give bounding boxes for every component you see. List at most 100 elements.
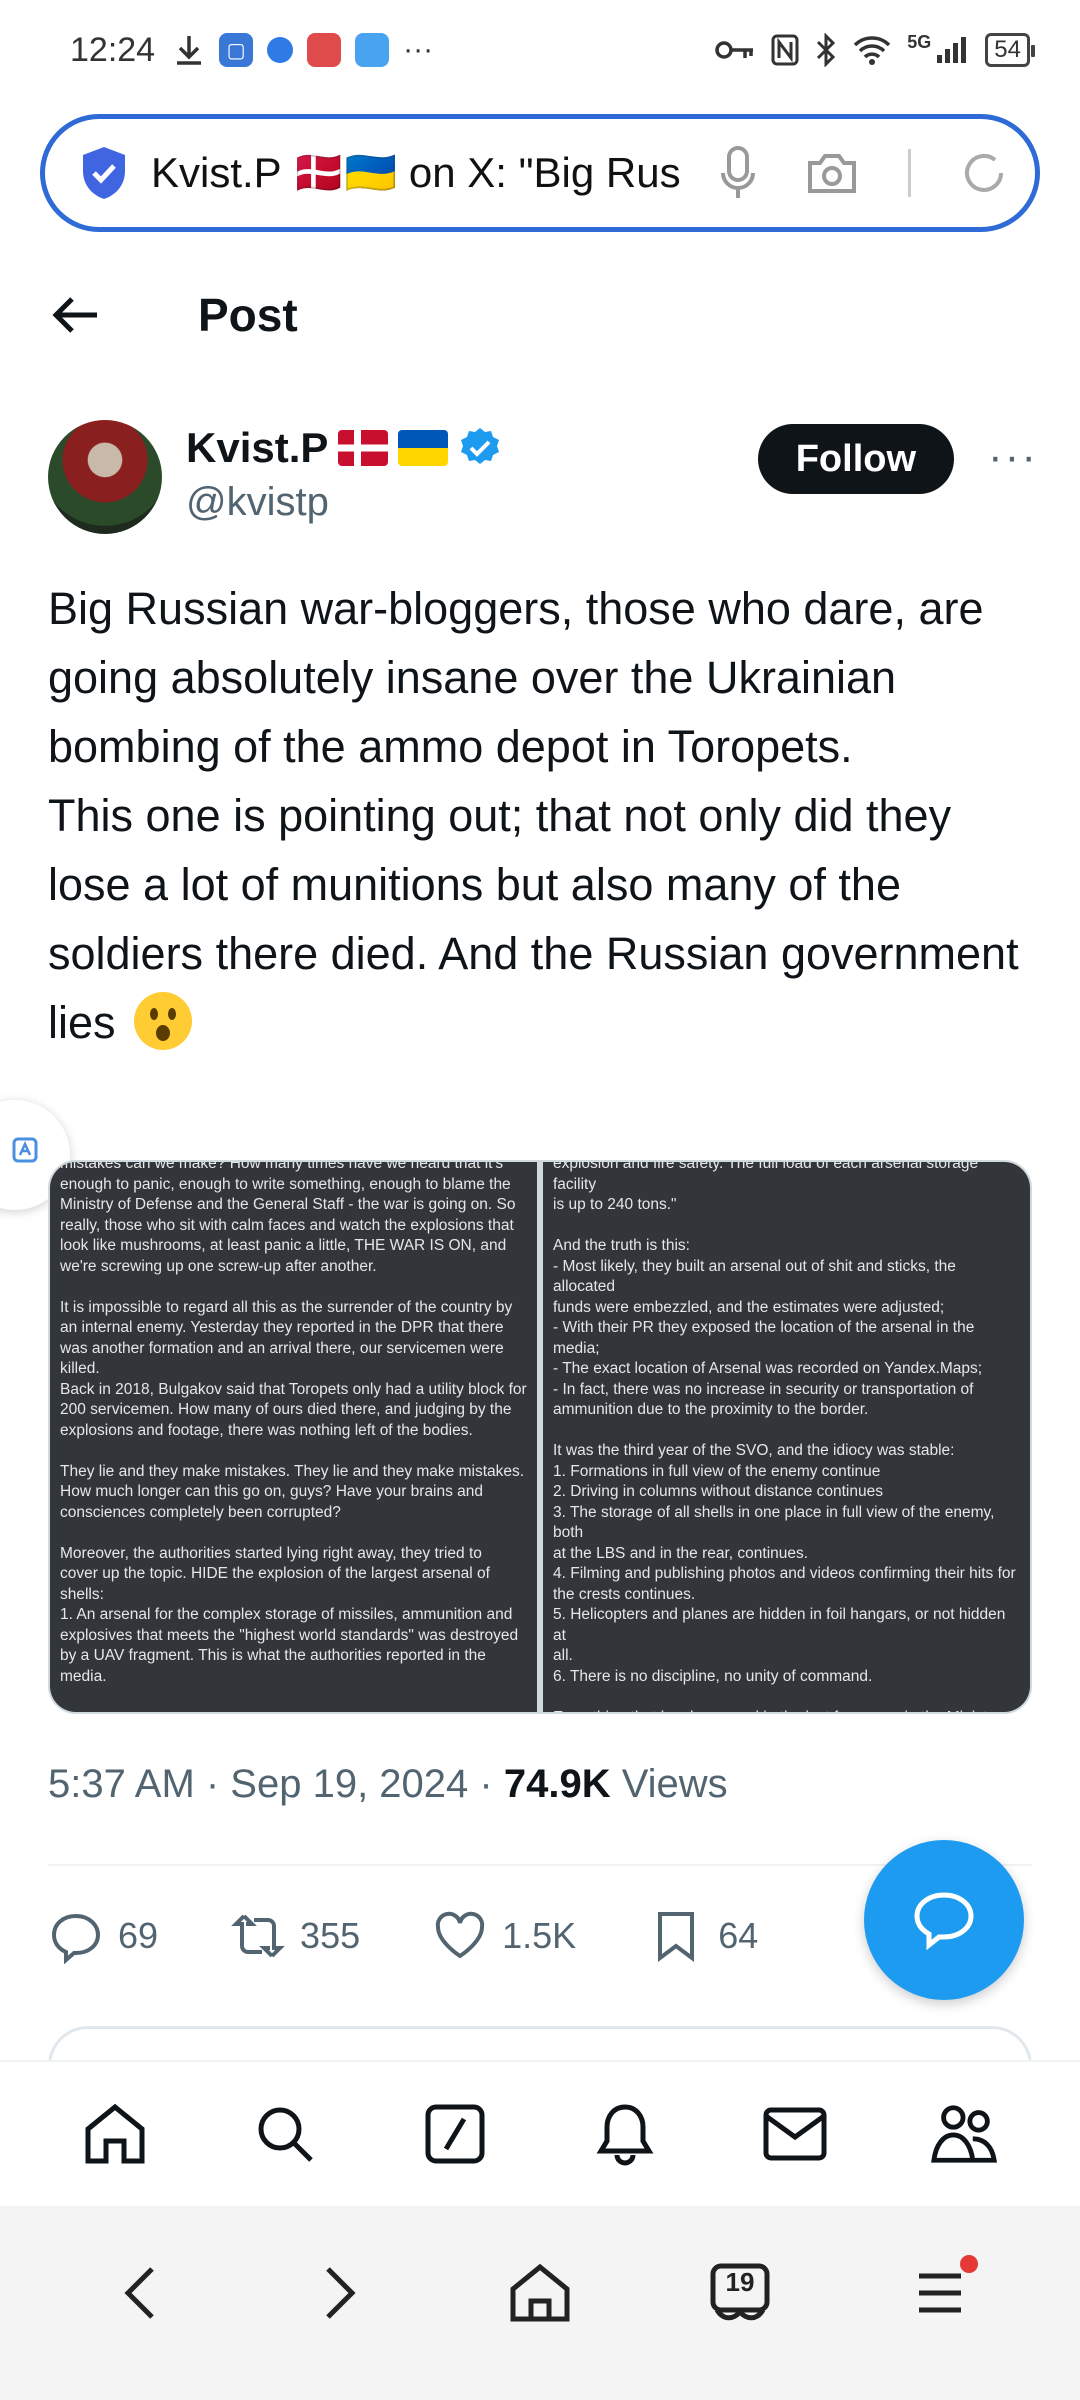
author-name[interactable]: Kvist.P: [186, 424, 328, 472]
chevron-left-icon: [124, 2267, 154, 2319]
bookmark-button[interactable]: 64: [648, 1908, 758, 1964]
address-bar-actions: [720, 145, 1007, 201]
page-title: Post: [198, 289, 298, 341]
reply-button[interactable]: 69: [48, 1908, 158, 1964]
views-count: 74.9K: [503, 1762, 611, 1806]
tweet-text: Big Russian war-bloggers, those who dare…: [48, 574, 1038, 1057]
reply-fab-button[interactable]: [864, 1840, 1024, 2000]
media-text-line: - In fact, there was no increase in secu…: [553, 1380, 974, 1398]
media-image-right[interactable]: explosion and fire safety. The full load…: [543, 1160, 1030, 1713]
more-notifications-icon: ···: [403, 33, 434, 66]
heart-icon: [435, 1911, 485, 1959]
media-text-line: Back in 2018, Bulgakov said that Toropet…: [60, 1380, 527, 1398]
battery-indicator: 54: [985, 33, 1035, 67]
chevron-right-icon: [326, 2267, 356, 2319]
app-notification-icon: ▢: [219, 33, 254, 67]
camera-icon[interactable]: [806, 151, 858, 195]
repost-icon: [231, 1914, 285, 1958]
media-text-line: [553, 1687, 1020, 1708]
media-text-line: 6. There is no discipline, no unity of c…: [553, 1667, 873, 1685]
media-text-line: How much longer can this go on, guys? Ha…: [60, 1483, 484, 1500]
search-icon: [258, 2107, 313, 2162]
media-text-line: consciences completely been corrupted?: [60, 1503, 341, 1521]
media-text-line: ammunition due to the proximity to the b…: [553, 1401, 869, 1418]
media-text-line: explosion and fire safety. The full load…: [553, 1160, 983, 1193]
media-text-line: by a UAV fragment. This is what the auth…: [60, 1647, 486, 1664]
media-text-line: really, those who sit with calm faces an…: [60, 1216, 514, 1234]
browser-tabs-button[interactable]: 19: [700, 2253, 780, 2333]
tweet-paragraph: Big Russian war-bloggers, those who dare…: [48, 583, 984, 772]
media-text-line: we're screwing up one screw-up after ano…: [60, 1257, 377, 1275]
compose-reply-icon: [914, 1892, 974, 1951]
repost-count: 355: [300, 1915, 361, 1956]
media-text-line: 4. Filming and publishing photos and vid…: [553, 1565, 1016, 1582]
key-icon: [715, 41, 754, 59]
notification-dot: [960, 2255, 978, 2273]
media-text-line: 2. Driving in columns without distance c…: [553, 1483, 883, 1500]
media-text-line: 3. The storage of all shells in one plac…: [553, 1503, 999, 1542]
media-text-line: [60, 1277, 527, 1298]
browser-back-button[interactable]: [100, 2253, 180, 2333]
home-icon: [85, 2103, 145, 2164]
author-handle[interactable]: @kvistp: [186, 480, 502, 525]
back-button[interactable]: [48, 288, 102, 342]
media-text-line: all.: [553, 1647, 573, 1664]
media-text-line: They lie and they make mistakes. They li…: [60, 1462, 525, 1480]
media-text-line: cover up the topic. HIDE the explosion o…: [60, 1565, 490, 1582]
media-text-line: Moreover, the authorities started lying …: [60, 1544, 482, 1562]
media-text-line: - With their PR they exposed the locatio…: [553, 1319, 979, 1357]
tweet-paragraph: This one is pointing out; that not only …: [48, 781, 1038, 1057]
media-text-line: media.: [60, 1667, 107, 1685]
network-type-label: 5G: [907, 31, 932, 52]
address-bar[interactable]: Kvist.P 🇩🇰🇺🇦 on X: "Big Rus: [40, 114, 1040, 232]
media-text-line: shells:: [60, 1585, 104, 1603]
reload-icon[interactable]: [961, 150, 1007, 196]
media-text-line: - The exact location of Arsenal was reco…: [553, 1360, 983, 1377]
nav-notifications[interactable]: [590, 2099, 660, 2169]
post-timestamp[interactable]: 5:37 AM · Sep 19, 2024 ·: [48, 1762, 504, 1806]
address-bar-divider: [908, 149, 911, 197]
ukraine-flag-icon: [398, 430, 449, 466]
notification-icons: ▢ ···: [173, 33, 433, 67]
media-image-left[interactable]: mistakes can we make? How many times hav…: [50, 1160, 537, 1712]
browser-forward-button[interactable]: [300, 2253, 380, 2333]
app-notification-icon: [355, 33, 390, 67]
microphone-icon[interactable]: [720, 145, 756, 201]
nav-home[interactable]: [80, 2099, 150, 2169]
media-text-line: at the LBS and in the rear, continues.: [553, 1544, 809, 1562]
nav-messages[interactable]: [760, 2099, 830, 2169]
denmark-flag-icon: [338, 430, 389, 466]
nav-communities[interactable]: [930, 2099, 1000, 2169]
app-notification-icon: [267, 37, 294, 63]
media-text-line: killed.: [60, 1360, 100, 1377]
media-text-line: funds were embezzled, and the estimates …: [553, 1298, 945, 1316]
media-text-line: mistakes can we make? How many times hav…: [60, 1160, 504, 1172]
astonished-face-emoji-icon: [134, 992, 193, 1050]
home-icon: [510, 2263, 570, 2322]
bookmark-icon: [658, 1912, 695, 1962]
browser-menu-button[interactable]: [900, 2253, 980, 2333]
browser-home-button[interactable]: [500, 2253, 580, 2333]
media-text-line: And the truth is this:: [553, 1237, 690, 1254]
post-header: Post: [0, 260, 1080, 370]
address-bar-text[interactable]: Kvist.P 🇩🇰🇺🇦 on X: "Big Rus: [151, 149, 711, 198]
tab-count: 19: [725, 2267, 755, 2297]
media-text-line: [553, 1216, 1020, 1237]
more-options-icon[interactable]: ···: [988, 435, 1038, 479]
arrow-left-icon: [52, 297, 97, 333]
media-text-line: explosions and footage, there was nothin…: [60, 1421, 473, 1439]
media-text-line: 5. Helicopters and planes are hidden in …: [553, 1606, 1010, 1644]
repost-button[interactable]: 355: [230, 1908, 360, 1964]
media-text-line: is up to 240 tons.": [553, 1196, 677, 1213]
follow-button[interactable]: Follow: [757, 424, 955, 494]
nav-search[interactable]: [250, 2099, 320, 2169]
mail-icon: [763, 2107, 827, 2161]
shield-icon: [79, 145, 129, 201]
translate-icon: [12, 1137, 38, 1163]
avatar[interactable]: [48, 420, 162, 534]
media-text-line: explosives that meets the "highest world…: [60, 1626, 519, 1644]
nav-grok[interactable]: [420, 2099, 490, 2169]
like-button[interactable]: 1.5K: [432, 1908, 576, 1964]
media-grid[interactable]: mistakes can we make? How many times hav…: [48, 1160, 1032, 1714]
media-text-line: Everything that has happened in the last…: [553, 1708, 1020, 1713]
